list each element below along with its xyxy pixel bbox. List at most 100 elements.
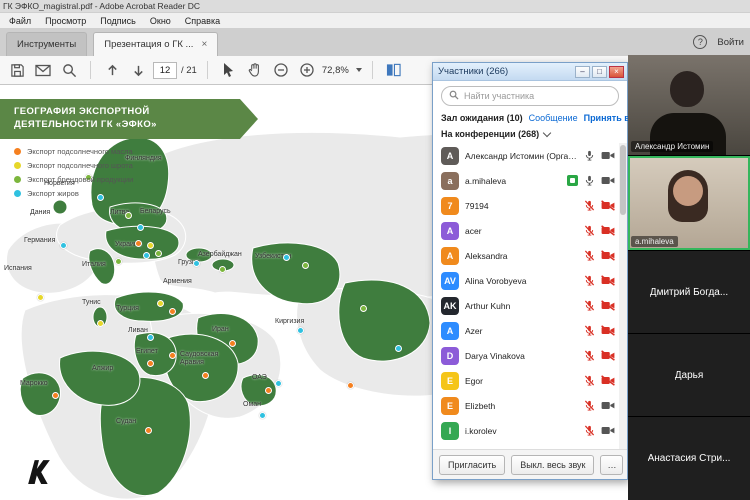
email-button[interactable] [32,59,54,81]
mute-all-button[interactable]: Выкл. весь звук [511,455,594,475]
country-label: Киргизия [275,318,304,325]
menu-item[interactable]: Подпись [93,16,143,26]
app-window: ГК ЭФКО_magistral.pdf - Adobe Acrobat Re… [0,0,750,500]
export-dot [395,345,402,352]
export-dot [147,360,154,367]
chevron-down-icon [356,68,362,72]
country-label: Испания [4,265,32,272]
previous-page-button[interactable] [101,59,123,81]
maximize-icon[interactable]: □ [592,66,607,78]
legend-item: Экспорт брендовой продукции [14,175,133,184]
page-number-input[interactable] [153,62,177,79]
country-label: Тунис [82,299,101,306]
participant-search-input[interactable] [464,91,611,101]
participant-row[interactable]: AV Alina Vorobyeva [433,268,619,293]
participant-row[interactable]: D Darya Vinakova [433,343,619,368]
mic-icon[interactable] [584,249,595,262]
mic-icon[interactable] [584,299,595,312]
country-label: ОАЭ [252,374,267,381]
mic-icon[interactable] [584,274,595,287]
more-options-button[interactable]: … [600,455,623,475]
sign-in-button[interactable]: Войти [717,37,744,48]
camera-icon[interactable] [601,225,615,236]
page-display-button[interactable] [383,59,405,81]
participants-panel-titlebar[interactable]: Участники (266) – □ × [433,63,627,81]
camera-icon[interactable] [601,375,615,386]
legend-label: Экспорт подсолнечного масла [27,147,133,156]
participant-search[interactable] [441,86,619,106]
avatar: AK [441,297,459,315]
minimize-icon[interactable]: – [575,66,590,78]
camera-icon[interactable] [601,275,615,286]
mic-icon[interactable] [584,424,595,437]
mic-icon[interactable] [584,349,595,362]
mic-icon[interactable] [584,324,595,337]
participant-row[interactable]: E Egor [433,368,619,393]
message-link[interactable]: Сообщение [529,113,578,123]
select-tool-button[interactable] [218,59,240,81]
close-icon[interactable]: × [609,66,624,78]
participant-list: А Александр Истомин (Организатор, я) a a… [433,143,627,449]
participant-row[interactable]: A Aleksandra [433,243,619,268]
camera-icon[interactable] [601,400,615,411]
next-page-button[interactable] [127,59,149,81]
menu-item[interactable]: Справка [178,16,227,26]
export-dot [297,327,304,334]
camera-icon[interactable] [601,350,615,361]
tab-close-icon[interactable]: × [201,39,207,50]
mic-icon[interactable] [584,224,595,237]
tab-tools[interactable]: Инструменты [6,32,87,56]
mic-icon[interactable] [584,399,595,412]
scrollbar-thumb[interactable] [620,145,626,215]
video-tile[interactable]: Дмитрий Богда... [628,250,750,333]
camera-icon[interactable] [601,300,615,311]
zoom-level: 72,8% [322,65,349,76]
menu-item[interactable]: Окно [143,16,178,26]
menu-item[interactable]: Файл [2,16,38,26]
avatar: А [441,147,459,165]
country-label: Армения [163,278,192,285]
participant-row[interactable]: A acer [433,218,619,243]
camera-icon[interactable] [601,175,615,186]
export-dot [259,412,266,419]
camera-icon[interactable] [601,150,615,161]
menu-item[interactable]: Просмотр [38,16,93,26]
tab-document[interactable]: Презентация о ГК ... × [93,32,218,56]
video-tile[interactable]: Анастасия Стри... [628,416,750,500]
zoom-level-dropdown[interactable]: 72,8% [322,65,362,76]
participant-row[interactable]: I i.korolev [433,418,619,443]
participant-row[interactable]: AK Arthur Kuhn [433,293,619,318]
save-button[interactable] [6,59,28,81]
video-tile[interactable]: Александр Истомин [628,55,750,155]
participant-row[interactable]: А Александр Истомин (Организатор, я) [433,143,619,168]
export-dot [283,254,290,261]
export-dot [202,372,209,379]
zoom-in-button[interactable] [296,59,318,81]
mic-icon[interactable] [584,374,595,387]
export-dot [125,212,132,219]
camera-icon[interactable] [601,325,615,336]
chevron-down-icon[interactable] [543,128,551,136]
export-dot [157,300,164,307]
search-button[interactable] [58,59,80,81]
export-dot [135,240,142,247]
invite-button[interactable]: Пригласить [439,455,505,475]
zoom-out-button[interactable] [270,59,292,81]
help-icon[interactable]: ? [693,35,707,49]
video-tile[interactable]: a.mihaleva [628,155,750,250]
video-tile[interactable]: Дарья [628,333,750,416]
camera-icon[interactable] [601,200,615,211]
mic-icon[interactable] [584,149,595,162]
participant-row[interactable]: 7 79194 [433,193,619,218]
hand-tool-button[interactable] [244,59,266,81]
participant-row[interactable]: E Elizbeth [433,393,619,418]
scrollbar[interactable] [619,143,627,449]
participant-row[interactable]: A Azer [433,318,619,343]
legend-dot [14,148,21,155]
participant-row[interactable]: a a.mihaleva [433,168,619,193]
camera-icon[interactable] [601,250,615,261]
legend-dot [14,176,21,183]
mic-icon[interactable] [584,174,595,187]
mic-icon[interactable] [584,199,595,212]
camera-icon[interactable] [601,425,615,436]
